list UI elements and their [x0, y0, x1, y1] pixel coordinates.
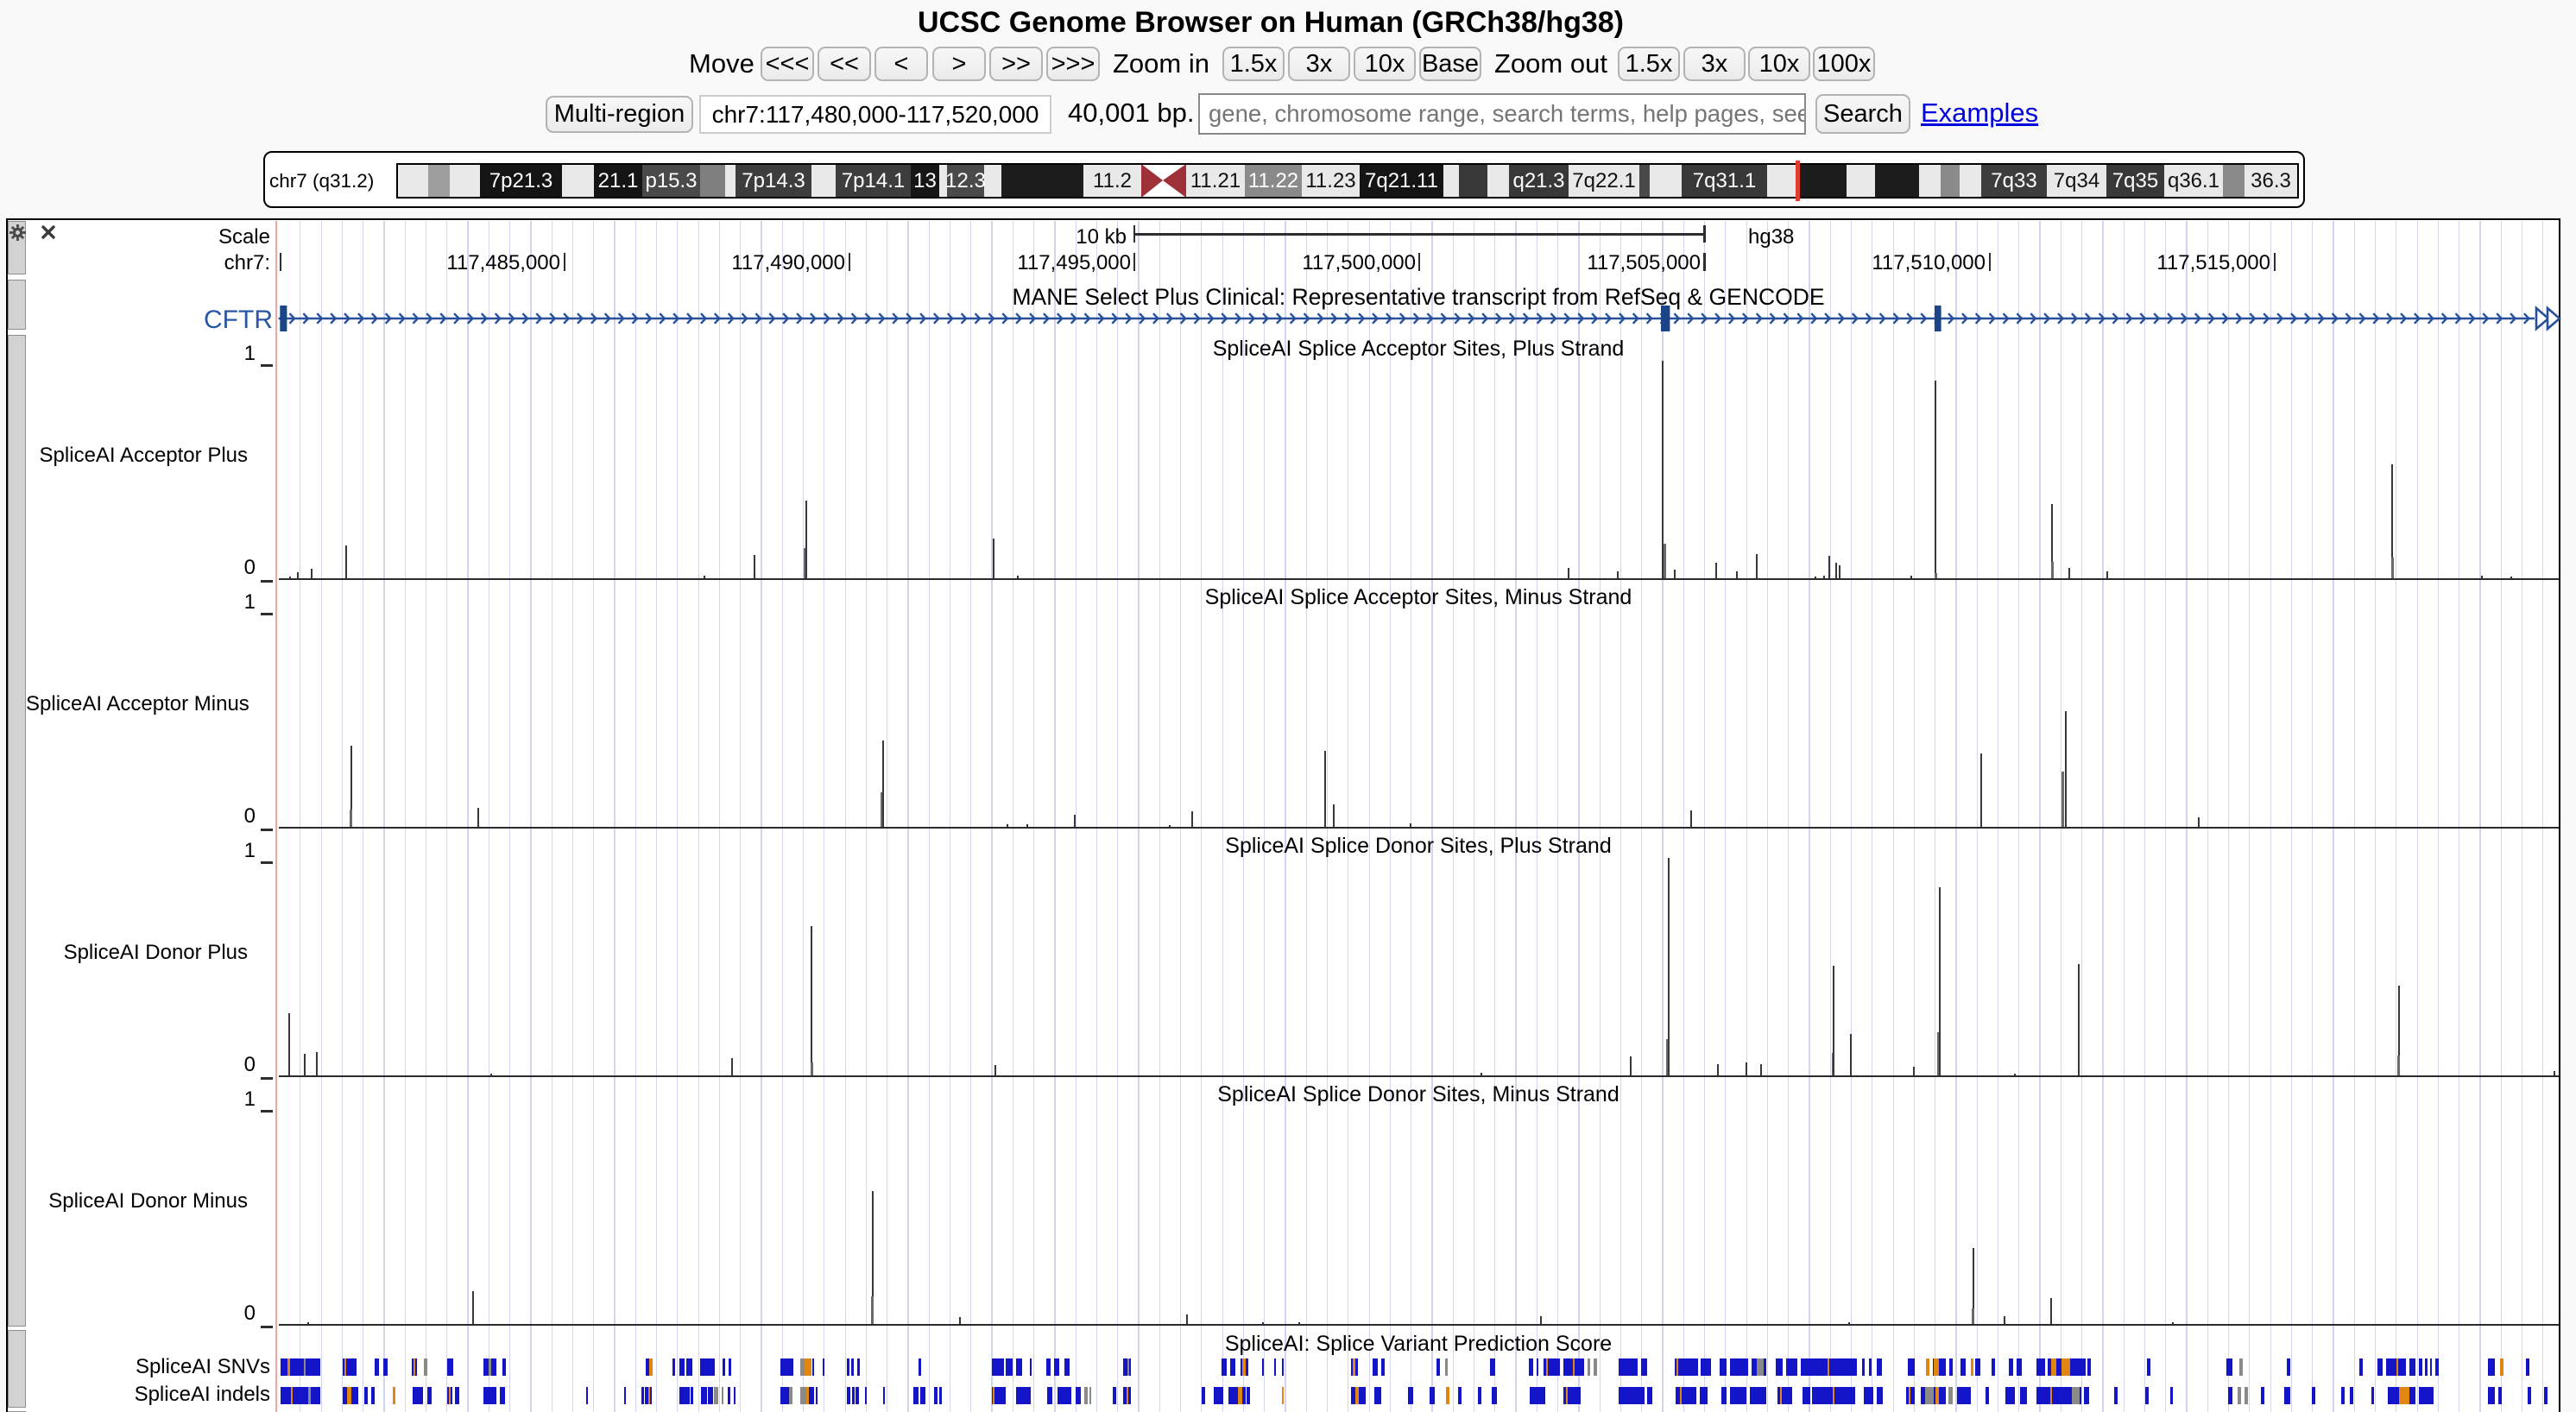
- svg-text:21.1: 21.1: [598, 169, 639, 192]
- svg-text:7q31.1: 7q31.1: [1693, 169, 1756, 192]
- svg-text:7p21.3: 7p21.3: [489, 169, 552, 192]
- svg-text:11.2: 11.2: [1093, 169, 1132, 192]
- svg-text:q21.3: q21.3: [1512, 169, 1564, 192]
- svg-text:7p14.3: 7p14.3: [742, 169, 805, 192]
- svg-text:13: 13: [913, 169, 937, 192]
- svg-text:7q35: 7q35: [2112, 169, 2158, 192]
- svg-text:11.23: 11.23: [1305, 169, 1355, 192]
- svg-text:7q21.11: 7q21.11: [1365, 169, 1438, 192]
- svg-text:36.3: 36.3: [2251, 169, 2291, 192]
- svg-text:p15.3: p15.3: [645, 169, 697, 192]
- svg-text:7q34: 7q34: [2054, 169, 2099, 192]
- svg-text:q36.1: q36.1: [2168, 169, 2219, 192]
- svg-text:11.21: 11.21: [1190, 169, 1241, 192]
- svg-text:7q22.1: 7q22.1: [1572, 169, 1635, 192]
- svg-text:11.22: 11.22: [1248, 169, 1298, 192]
- svg-text:7q33: 7q33: [1991, 169, 2036, 192]
- svg-text:7p14.1: 7p14.1: [842, 169, 905, 192]
- svg-text:12.3: 12.3: [945, 169, 986, 192]
